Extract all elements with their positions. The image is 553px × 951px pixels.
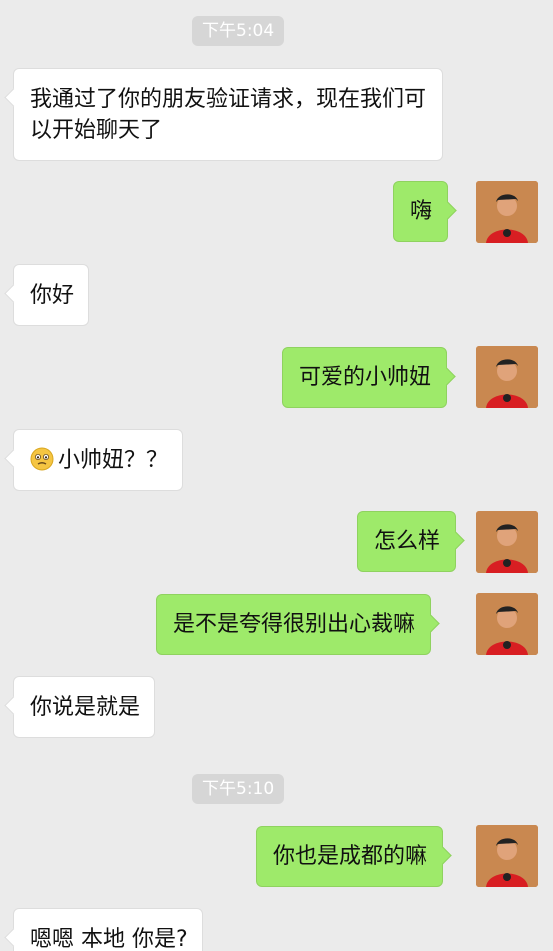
avatar-portrait <box>476 181 538 243</box>
message-text: 嗨 <box>410 199 433 224</box>
chat-history: 下午5:04 我通过了你的朋友验证请求，现在我们可以开始聊天了 嗨 你好 可爱的… <box>0 0 553 951</box>
timestamp: 下午5:04 <box>192 16 285 46</box>
avatar-portrait <box>476 825 538 887</box>
user-avatar[interactable] <box>476 825 538 887</box>
message-text: 是不是夸得很别出心裁嘛 <box>173 612 416 637</box>
message-bubble-outgoing[interactable]: 可爱的小帅妞 <box>282 347 448 408</box>
worried-face-emoji-icon <box>30 447 54 471</box>
message-bubble-incoming[interactable]: 你好 <box>13 264 90 326</box>
user-avatar[interactable] <box>476 346 538 408</box>
message-text: 嗯嗯 本地 你是? <box>30 927 188 951</box>
avatar-portrait <box>476 346 538 408</box>
message-bubble-outgoing[interactable]: 你也是成都的嘛 <box>256 826 444 887</box>
user-avatar[interactable] <box>476 593 538 655</box>
message-bubble-outgoing[interactable]: 是不是夸得很别出心裁嘛 <box>156 594 432 655</box>
avatar-portrait <box>476 593 538 655</box>
message-bubble-incoming[interactable]: 我通过了你的朋友验证请求，现在我们可以开始聊天了 <box>13 68 443 161</box>
message-text: 你也是成都的嘛 <box>273 844 428 869</box>
message-bubble-outgoing[interactable]: 嗨 <box>393 181 449 242</box>
message-bubble-outgoing[interactable]: 怎么样 <box>357 511 457 572</box>
message-text: 小帅妞？？ <box>58 448 169 473</box>
message-text: 我通过了你的朋友验证请求，现在我们可以开始聊天了 <box>30 87 427 143</box>
message-bubble-incoming[interactable]: 嗯嗯 本地 你是? <box>13 908 203 951</box>
user-avatar[interactable] <box>476 511 538 573</box>
message-text: 你说是就是 <box>30 695 141 720</box>
user-avatar[interactable] <box>476 181 538 243</box>
message-bubble-incoming[interactable]: 小帅妞？？ <box>13 429 184 491</box>
avatar-portrait <box>476 511 538 573</box>
message-text: 你好 <box>30 283 75 308</box>
timestamp: 下午5:10 <box>192 774 285 804</box>
message-bubble-incoming[interactable]: 你说是就是 <box>13 676 156 738</box>
message-text: 可爱的小帅妞 <box>299 365 432 390</box>
message-text: 怎么样 <box>374 529 441 554</box>
